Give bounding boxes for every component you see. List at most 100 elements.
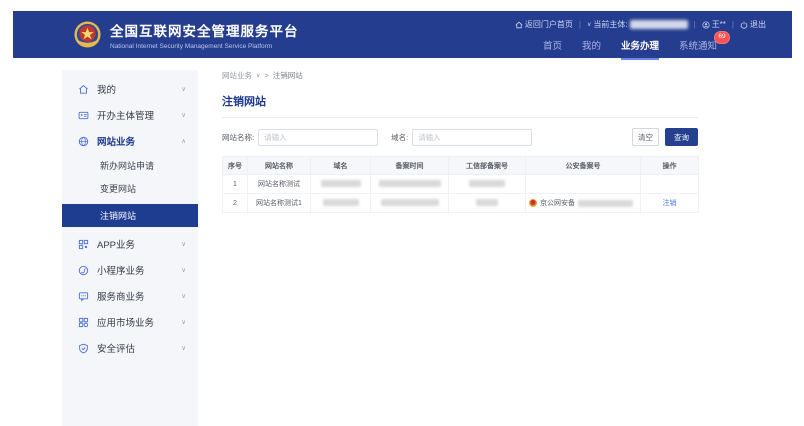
cell-record-time — [371, 194, 449, 213]
cell-domain — [311, 194, 371, 213]
domain-input[interactable] — [412, 129, 532, 146]
chevron-down-icon: ∨ — [181, 266, 186, 274]
nav-tab-mine[interactable]: 我的 — [582, 38, 601, 60]
redacted-value — [379, 180, 441, 187]
top-header-bar: 全国互联网安全管理服务平台 National Internet Security… — [13, 11, 792, 58]
power-icon — [740, 21, 748, 29]
notification-count-badge: 69 — [714, 31, 730, 44]
globe-icon — [78, 136, 89, 147]
cell-index: 1 — [223, 175, 248, 194]
sidebar-subitem-label: 新办网站申请 — [100, 159, 154, 172]
breadcrumb-parent[interactable]: 网站业务 — [222, 70, 252, 81]
col-header-record-time: 备案时间 — [371, 157, 449, 175]
col-header-site-name: 网站名称 — [248, 157, 311, 175]
sidebar-item-service-provider-business[interactable]: 服务商业务 ∨ — [62, 283, 198, 309]
col-header-domain: 域名 — [311, 157, 371, 175]
sidebar-item-app-business[interactable]: APP业务 ∨ — [62, 231, 198, 257]
cell-site-name: 网站名称测试1 — [248, 194, 311, 213]
sidebar-item-subject-management[interactable]: 开办主体管理 ∨ — [62, 102, 198, 128]
search-button[interactable]: 查询 — [665, 128, 698, 146]
redacted-subject-name — [630, 20, 688, 29]
app-market-icon — [78, 317, 89, 328]
sidebar-item-label: 我的 — [97, 82, 181, 96]
breadcrumb-current: 注销网站 — [273, 70, 303, 81]
divider: | — [579, 20, 581, 29]
police-emblem-logo — [73, 20, 102, 49]
sidebar-item-label: APP业务 — [97, 237, 181, 251]
site-name-input[interactable] — [258, 129, 378, 146]
sidebar-item-miniprogram-business[interactable]: 小程序业务 ∨ — [62, 257, 198, 283]
sidebar-item-label: 小程序业务 — [97, 263, 181, 277]
websites-table: 序号 网站名称 域名 备案时间 工信部备案号 公安备案号 操作 1 网站名称测试… — [222, 156, 699, 213]
breadcrumb-separator: > — [264, 71, 268, 80]
app-qr-icon — [78, 239, 89, 250]
main-content: 网站业务 ∨ > 注销网站 注销网站 网站名称: 域名: 清空 查询 序号 网站… — [222, 70, 698, 213]
cell-index: 2 — [223, 194, 248, 213]
chevron-down-icon: ∨ — [181, 292, 186, 300]
divider — [222, 117, 698, 118]
col-header-police-number: 公安备案号 — [526, 157, 641, 175]
chevron-down-icon[interactable]: ∨ — [256, 72, 260, 79]
current-subject-dropdown[interactable]: ∨ 当前主体: — [587, 19, 688, 30]
police-record-value: 京公网安备 — [526, 198, 640, 208]
chevron-down-icon: ∨ — [181, 240, 186, 248]
chevron-down-icon: ∨ — [587, 21, 591, 28]
sidebar-item-website-business[interactable]: 网站业务 ∧ — [62, 128, 198, 154]
nav-tab-label: 首页 — [543, 41, 562, 52]
sidebar-item-security-assessment[interactable]: 安全评估 ∨ — [62, 335, 198, 361]
home-icon — [515, 21, 523, 29]
cell-site-name: 网站名称测试 — [248, 175, 311, 194]
nav-tab-notifications[interactable]: 系统通知 69 — [679, 38, 717, 60]
chevron-down-icon: ∨ — [181, 344, 186, 352]
cell-actions: 注销 — [641, 194, 699, 213]
portal-home-label: 返回门户首页 — [525, 19, 573, 30]
id-card-icon — [78, 110, 89, 121]
sidebar-item-label: 安全评估 — [97, 341, 181, 355]
cell-miit-number — [449, 194, 526, 213]
redacted-value — [476, 199, 498, 206]
cell-miit-number — [449, 175, 526, 194]
cell-actions — [641, 175, 699, 194]
miniprogram-icon — [78, 265, 89, 276]
col-header-actions: 操作 — [641, 157, 699, 175]
user-menu[interactable]: 王** — [702, 19, 726, 30]
cell-police-number — [526, 175, 641, 194]
cell-record-time — [371, 175, 449, 194]
sidebar-item-label: 网站业务 — [97, 134, 181, 148]
brand-block: 全国互联网安全管理服务平台 National Internet Security… — [110, 20, 299, 50]
chevron-up-icon: ∧ — [181, 137, 186, 145]
sidebar-subitem-new-website-application[interactable]: 新办网站申请 — [62, 154, 198, 177]
col-header-index: 序号 — [223, 157, 248, 175]
chevron-down-icon: ∨ — [181, 111, 186, 119]
sidebar-subitem-label: 变更网站 — [100, 182, 136, 195]
sidebar-subitem-deregister-website[interactable]: 注销网站 — [62, 204, 198, 227]
sidebar-menu: 我的 ∨ 开办主体管理 ∨ 网站业务 ∧ 新办网站申请 变更网站 注销网站 AP… — [62, 70, 198, 426]
logout-button[interactable]: 退出 — [740, 19, 766, 30]
nav-tab-label: 我的 — [582, 41, 601, 52]
portal-home-link[interactable]: 返回门户首页 — [515, 19, 573, 30]
table-row: 2 网站名称测试1 京公网安备 注销 — [223, 194, 699, 213]
redacted-value — [381, 199, 439, 206]
chevron-down-icon: ∨ — [181, 318, 186, 326]
platform-title: 全国互联网安全管理服务平台 — [110, 20, 299, 40]
sidebar-item-app-market-business[interactable]: 应用市场业务 ∨ — [62, 309, 198, 335]
nav-tab-home[interactable]: 首页 — [543, 38, 562, 60]
site-name-filter-label: 网站名称: — [222, 132, 254, 143]
filter-bar: 网站名称: 域名: 清空 查询 — [222, 127, 698, 147]
cell-domain — [311, 175, 371, 194]
current-subject-label: 当前主体: — [593, 19, 627, 30]
divider: | — [732, 20, 734, 29]
sidebar-subitem-change-website[interactable]: 变更网站 — [62, 177, 198, 200]
deregister-link[interactable]: 注销 — [663, 200, 677, 207]
home-icon — [78, 84, 89, 95]
platform-subtitle: National Internet Security Management Se… — [110, 43, 299, 50]
nav-tab-label: 业务办理 — [621, 41, 659, 52]
clear-button[interactable]: 清空 — [632, 128, 659, 146]
sidebar-item-mine[interactable]: 我的 ∨ — [62, 76, 198, 102]
redacted-value — [469, 180, 505, 187]
chat-icon — [78, 291, 89, 302]
nav-tab-business[interactable]: 业务办理 — [621, 38, 659, 60]
redacted-value — [321, 180, 361, 187]
sidebar-item-label: 服务商业务 — [97, 289, 181, 303]
page-title: 注销网站 — [222, 93, 698, 109]
